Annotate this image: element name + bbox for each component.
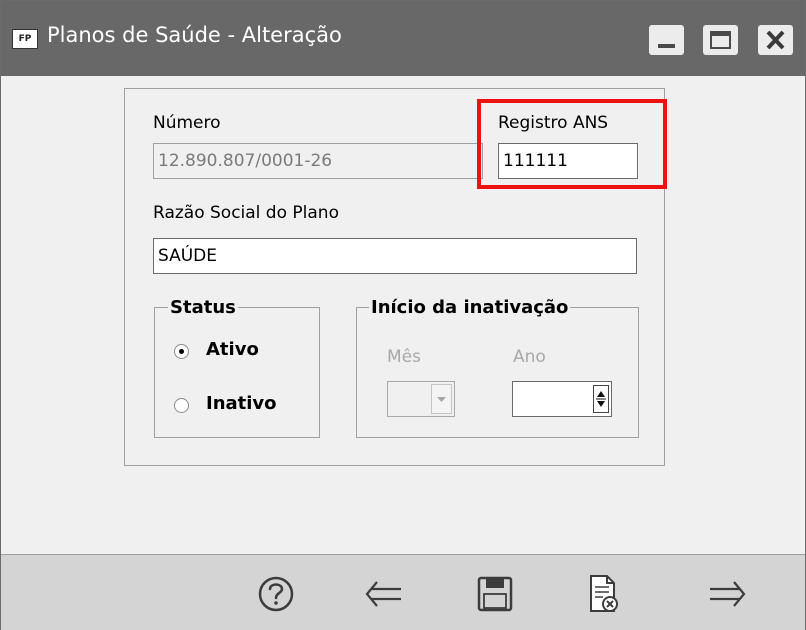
radio-inativo[interactable] [174,398,189,413]
ano-spinbox[interactable] [512,381,612,417]
forward-arrow-icon [710,581,746,607]
spin-arrows-icon [596,391,606,407]
close-button[interactable] [758,25,793,55]
back-button[interactable] [359,571,409,617]
status-group-title: Status [168,297,238,318]
cancel-document-button[interactable] [577,571,627,617]
help-icon [258,576,294,612]
ano-label: Ano [513,347,546,367]
numero-field[interactable]: 12.890.807/0001-26 [153,143,483,179]
minimize-icon [658,44,675,48]
window: FP Planos de Saúde - Alteração Número 12… [0,0,806,630]
forward-button[interactable] [702,571,752,617]
app-icon: FP [12,29,38,49]
inicio-inativacao-title: Início da inativação [369,297,571,318]
window-title: Planos de Saúde - Alteração [47,23,342,47]
chevron-down-icon [437,397,446,402]
save-button[interactable] [470,571,520,617]
title-bar[interactable]: FP Planos de Saúde - Alteração [1,1,805,76]
maximize-button[interactable] [703,25,738,55]
help-button[interactable] [251,571,301,617]
status-group [154,307,320,438]
mes-combobox[interactable] [387,381,455,417]
numero-label: Número [153,113,221,133]
radio-ativo[interactable] [174,344,189,359]
radio-inativo-label[interactable]: Inativo [206,393,277,414]
registro-ans-highlight [477,99,667,189]
inicio-inativacao-group [356,307,639,438]
radio-ativo-label[interactable]: Ativo [206,339,259,360]
razao-social-field[interactable]: SAÚDE [153,238,637,274]
save-icon [477,576,513,612]
mes-dropdown-button[interactable] [431,384,452,414]
razao-social-label: Razão Social do Plano [153,203,339,223]
ano-spin-buttons[interactable] [593,385,609,413]
maximize-icon [710,31,731,49]
minimize-button[interactable] [649,25,684,55]
back-arrow-icon [365,581,401,607]
close-icon [766,30,785,50]
cancel-document-icon [590,575,618,612]
mes-label: Mês [387,347,421,367]
